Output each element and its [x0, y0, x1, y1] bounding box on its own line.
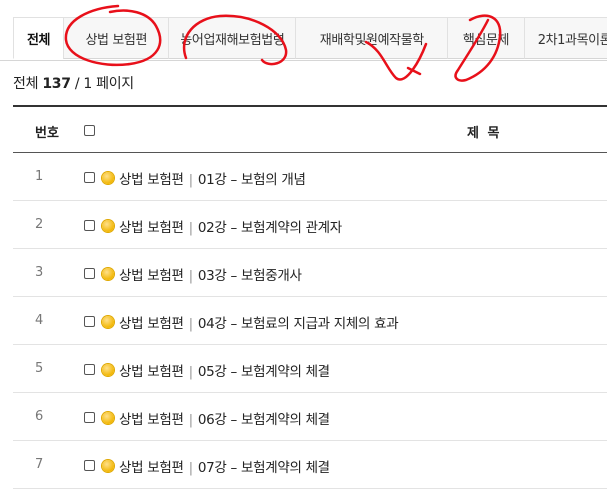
yellow-dot-icon: [102, 172, 114, 184]
table-header: 번호 제 목: [13, 105, 607, 153]
post-category: 상법 보험편: [119, 268, 184, 284]
select-all-checkbox[interactable]: [84, 125, 95, 136]
post-title: 05강 – 보험계약의 체결: [197, 364, 330, 380]
list-summary: 전체 137 / 1 페이지: [13, 73, 134, 93]
post-category: 상법 보험편: [119, 220, 184, 236]
table-row: 7 상법 보험편 | 07강 – 보험계약의 체결: [13, 441, 607, 489]
row-number: 5: [35, 361, 43, 376]
table-row: 2 상법 보험편 | 02강 – 보험계약의 관계자: [13, 201, 607, 249]
tab-all[interactable]: 전체: [13, 17, 65, 59]
row-checkbox[interactable]: [84, 316, 95, 327]
table-row: 5 상법 보험편 | 05강 – 보험계약의 체결: [13, 345, 607, 393]
summary-prefix: 전체: [13, 76, 39, 92]
yellow-dot-icon: [102, 220, 114, 232]
row-number: 3: [35, 265, 43, 280]
table-row: 1 상법 보험편 | 01강 – 보험의 개념: [13, 153, 607, 201]
column-header-title: 제 목: [467, 126, 502, 141]
table-row: 3 상법 보험편 | 03강 – 보험중개사: [13, 249, 607, 297]
post-category: 상법 보험편: [119, 172, 184, 188]
post-title-link[interactable]: 상법 보험편 | 03강 – 보험중개사: [119, 264, 302, 284]
tab-agri-disaster-insurance-law[interactable]: 농어업재해보험법령: [168, 17, 297, 59]
tab-commercial-insurance[interactable]: 상법 보험편: [63, 17, 170, 59]
post-title: 06강 – 보험계약의 체결: [197, 412, 330, 428]
column-header-number: 번호: [35, 126, 59, 141]
tabs-underline: [0, 60, 607, 61]
row-number: 2: [35, 217, 43, 232]
row-checkbox[interactable]: [84, 268, 95, 279]
post-title: 03강 – 보험중개사: [197, 268, 302, 284]
yellow-dot-icon: [102, 268, 114, 280]
post-category: 상법 보험편: [119, 412, 184, 428]
row-checkbox[interactable]: [84, 364, 95, 375]
yellow-dot-icon: [102, 460, 114, 472]
separator: |: [188, 220, 194, 236]
yellow-dot-icon: [102, 364, 114, 376]
table-row: 6 상법 보험편 | 06강 – 보험계약의 체결: [13, 393, 607, 441]
separator: |: [188, 364, 194, 380]
row-checkbox[interactable]: [84, 172, 95, 183]
total-count: 137: [42, 76, 71, 92]
category-tabs: 전체 상법 보험편 농어업재해보험법령 재배학및원예작물학 핵심문제 2차1과목…: [13, 17, 607, 61]
summary-slash: /: [74, 76, 80, 92]
tab-second-exam-theory[interactable]: 2차1과목이론: [523, 17, 607, 59]
row-checkbox[interactable]: [84, 412, 95, 423]
separator: |: [188, 412, 194, 428]
yellow-dot-icon: [102, 316, 114, 328]
post-title-link[interactable]: 상법 보험편 | 06강 – 보험계약의 체결: [119, 408, 330, 428]
post-title-link[interactable]: 상법 보험편 | 07강 – 보험계약의 체결: [119, 456, 330, 476]
table-row: 4 상법 보험편 | 04강 – 보험료의 지급과 지체의 효과: [13, 297, 607, 345]
yellow-dot-icon: [102, 412, 114, 424]
post-title: 02강 – 보험계약의 관계자: [197, 220, 342, 236]
post-category: 상법 보험편: [119, 316, 184, 332]
post-category: 상법 보험편: [119, 364, 184, 380]
separator: |: [188, 316, 194, 332]
post-title-link[interactable]: 상법 보험편 | 04강 – 보험료의 지급과 지체의 효과: [119, 312, 399, 332]
separator: |: [188, 172, 194, 188]
tab-cultivation-horticulture[interactable]: 재배학및원예작물학: [295, 17, 449, 59]
row-number: 1: [35, 169, 43, 184]
row-checkbox[interactable]: [84, 220, 95, 231]
post-title-link[interactable]: 상법 보험편 | 05강 – 보험계약의 체결: [119, 360, 330, 380]
post-title: 04강 – 보험료의 지급과 지체의 효과: [197, 316, 399, 332]
row-checkbox[interactable]: [84, 460, 95, 471]
post-title-link[interactable]: 상법 보험편 | 01강 – 보험의 개념: [119, 168, 306, 188]
tab-key-questions[interactable]: 핵심문제: [447, 17, 525, 59]
row-number: 7: [35, 457, 43, 472]
row-number: 6: [35, 409, 43, 424]
post-category: 상법 보험편: [119, 460, 184, 476]
post-list: 1 상법 보험편 | 01강 – 보험의 개념 2 상법 보험편 | 02강 – 보험계…: [13, 153, 607, 489]
post-title: 07강 – 보험계약의 체결: [197, 460, 330, 476]
post-title-link[interactable]: 상법 보험편 | 02강 – 보험계약의 관계자: [119, 216, 342, 236]
row-number: 4: [35, 313, 43, 328]
separator: |: [188, 460, 194, 476]
post-title: 01강 – 보험의 개념: [197, 172, 306, 188]
page-count: 1 페이지: [83, 76, 134, 92]
separator: |: [188, 268, 194, 284]
